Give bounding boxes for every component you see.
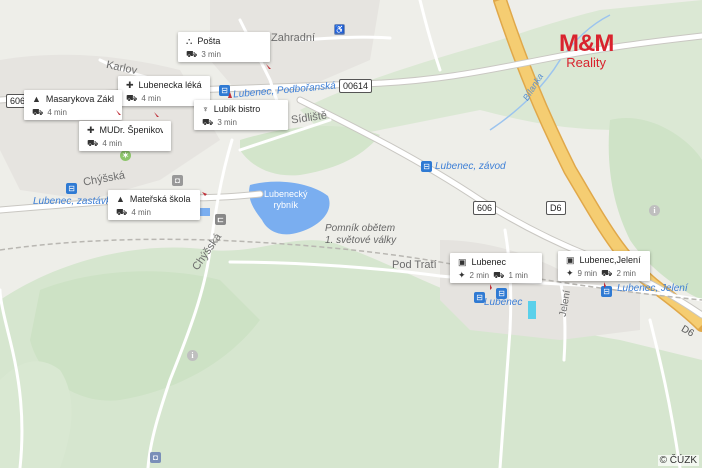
poi-card-lubik-bistro[interactable]: ♆ Lubík bistro ⛟ 3 min (194, 100, 288, 130)
camera-icon[interactable]: ◘ (172, 175, 183, 186)
playground-icon[interactable]: ✶ (120, 150, 131, 161)
pond-label-line1: Lubenecký (264, 189, 308, 199)
building-highlight (528, 301, 536, 319)
logo-wordmark: M&M (559, 30, 614, 57)
car-icon: ⛟ (186, 49, 198, 59)
camera-icon[interactable]: ◘ (150, 452, 161, 463)
poi-title: Pošta (197, 36, 221, 46)
memorial-label-line1: Pomník obětem (325, 223, 396, 234)
poi-drive-time: 2 min (616, 268, 636, 278)
bus-stop-icon[interactable]: ⊟ (421, 161, 432, 172)
accessibility-icon[interactable]: ♿ (334, 24, 345, 35)
poi-drive-time: 4 min (131, 207, 151, 217)
place-label-zastavka: Lubenec, zastávka (33, 196, 117, 207)
poi-card-bus-lubenec[interactable]: ▣ Lubenec ✦ 2 min ⛟ 1 min (450, 253, 542, 283)
car-icon: ⛟ (87, 138, 99, 148)
poi-title: Lubík bistro (213, 104, 261, 114)
poi-drive-time: 4 min (141, 93, 161, 103)
memorial-label-line2: 1. světové války (325, 235, 397, 246)
poi-card-bus-jeleni[interactable]: ▣ Lubenec,Jelení ✦ 9 min ⛟ 2 min (558, 251, 650, 281)
walk-icon: ✦ (566, 268, 574, 278)
poi-title: MUDr. Špeniková ... (99, 125, 163, 135)
poi-drive-time: 1 min (508, 270, 528, 280)
place-label-zavod: Lubenec, závod (435, 161, 506, 172)
poi-card-masarykova[interactable]: ▲ Masarykova Zákl... ⛟ 4 min (24, 90, 122, 120)
school-icon: ▲ (32, 94, 41, 104)
parking-icon[interactable]: ⊏ (215, 214, 226, 225)
pharmacy-icon: ✚ (126, 80, 134, 90)
poi-walk-time: 9 min (577, 268, 598, 278)
poi-title: Masarykova Zákl... (45, 94, 114, 104)
brand-logo: M&M Reality (559, 30, 614, 70)
poi-walk-time: 2 min (469, 270, 490, 280)
car-icon: ⛟ (202, 117, 214, 127)
bus-stop-icon[interactable]: ⊟ (474, 292, 485, 303)
memorial-label: Pomník obětem 1. světové války (325, 223, 396, 247)
bus-stop-icon[interactable]: ⊟ (496, 288, 507, 299)
road-shield-606-right: 606 (473, 201, 497, 215)
doctor-icon: ✚ (87, 125, 95, 135)
post-icon: ⛬ (186, 36, 193, 46)
poi-title: Lubenecka lékárna (138, 80, 202, 90)
car-icon: ⛟ (116, 207, 128, 217)
poi-title: Lubenec,Jelení (579, 255, 641, 265)
poi-card-posta[interactable]: ⛬ Pošta ⛟ 3 min (178, 32, 270, 62)
place-label-jeleni-stop: Lubenec, Jelení (617, 283, 688, 294)
info-icon[interactable]: i (187, 350, 198, 361)
logo-tagline: Reality (566, 55, 607, 70)
poi-card-mudr[interactable]: ✚ MUDr. Špeniková ... ⛟4 min (79, 121, 171, 151)
pond-label: Lubenecký rybník (264, 189, 308, 211)
road-shield-d6: D6 (546, 201, 566, 215)
poi-drive-time: 4 min (102, 138, 122, 148)
poi-title: Mateřská škola L... (129, 194, 192, 204)
poi-drive-time: 4 min (47, 107, 67, 117)
road-shield-00614: 00614 (339, 79, 373, 93)
poi-title: Lubenec (471, 257, 507, 267)
poi-drive-time: 3 min (217, 117, 237, 127)
bus-stop-icon[interactable]: ⊟ (219, 85, 230, 96)
car-icon: ⛟ (126, 93, 138, 103)
bus-stop-icon[interactable]: ⊟ (66, 183, 77, 194)
car-icon: ⛟ (493, 270, 505, 280)
bus-icon: ▣ (458, 257, 467, 267)
street-label-pod-trati: Pod Tratí (392, 259, 437, 271)
school-icon: ▲ (116, 194, 125, 204)
street-label-zahradni: Zahradní (271, 32, 316, 44)
bus-icon: ▣ (566, 255, 575, 265)
poi-card-materska-skola[interactable]: ▲ Mateřská škola L... ⛟4 min (108, 190, 200, 220)
car-icon: ⛟ (32, 107, 44, 117)
poi-drive-time: 3 min (201, 49, 221, 59)
map-copyright: © ČÚZK (657, 455, 699, 466)
car-icon: ⛟ (601, 268, 613, 278)
forest-west (0, 361, 72, 468)
bus-stop-icon[interactable]: ⊟ (601, 286, 612, 297)
pond-label-line2: rybník (273, 200, 299, 210)
restaurant-icon: ♆ (202, 104, 209, 114)
walk-icon: ✦ (458, 270, 466, 280)
info-icon[interactable]: i (649, 205, 660, 216)
